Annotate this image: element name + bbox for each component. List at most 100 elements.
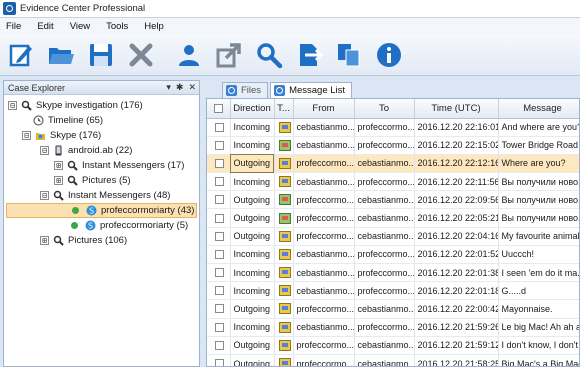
row-checkbox[interactable] (215, 359, 225, 366)
table-row[interactable]: Outgoing profeccormo... cebastianmo... 2016… (207, 227, 579, 246)
tree-item-skype-investigation[interactable]: ⊟ Skype investigation (176) (8, 98, 143, 113)
row-checkbox[interactable] (215, 195, 225, 205)
row-checkbox-cell[interactable] (207, 136, 231, 155)
tree-item-skype[interactable]: ⊟ Skype (176) (22, 128, 101, 143)
row-checkbox-cell[interactable] (207, 245, 231, 265)
row-checkbox[interactable] (215, 213, 225, 223)
collapse-icon[interactable]: ⊟ (8, 101, 17, 110)
menu-view[interactable]: View (70, 21, 90, 32)
row-checkbox[interactable] (215, 140, 225, 150)
table-row[interactable]: Outgoing profeccormo... cebastianmo... 2016… (207, 299, 579, 319)
search-button[interactable] (252, 37, 286, 73)
new-case-button[interactable] (4, 37, 38, 73)
menu-edit[interactable]: Edit (37, 21, 53, 32)
row-checkbox-cell[interactable] (207, 208, 231, 228)
row-checkbox-cell[interactable] (207, 354, 231, 366)
expand-icon[interactable]: ⊞ (54, 161, 63, 170)
type-cell (274, 318, 294, 337)
column-header-message[interactable]: Message (498, 99, 579, 119)
table-row[interactable]: Incoming cebastianmo... profeccormo... 2016… (207, 136, 579, 155)
row-checkbox[interactable] (215, 231, 225, 241)
message-table-body: Incoming cebastianmo... profeccormo... 2016… (207, 118, 579, 366)
panel-close-icon[interactable]: ✕ (188, 82, 196, 93)
row-checkbox[interactable] (215, 286, 225, 296)
menu-tools[interactable]: Tools (106, 21, 128, 32)
row-checkbox[interactable] (215, 122, 225, 132)
column-header-type[interactable]: T... (274, 99, 294, 119)
column-header-from[interactable]: From (293, 99, 355, 119)
row-checkbox[interactable] (215, 177, 225, 187)
row-checkbox-cell[interactable] (207, 299, 231, 319)
column-header-to[interactable]: To (354, 99, 415, 119)
online-status-icon (68, 220, 80, 232)
row-checkbox-cell[interactable] (207, 172, 231, 192)
row-checkbox[interactable] (215, 340, 225, 350)
table-row[interactable]: Outgoing profeccormo... cebastianmo... 2016… (207, 336, 579, 355)
expand-icon[interactable]: ⊞ (54, 176, 63, 185)
row-checkbox[interactable] (215, 158, 225, 168)
column-header-direction[interactable]: Direction (230, 99, 275, 119)
from-cell: profeccormo... (293, 154, 355, 174)
row-checkbox-cell[interactable] (207, 154, 231, 174)
export-button[interactable] (212, 37, 246, 73)
row-checkbox-cell[interactable] (207, 281, 231, 301)
tree-item-instant-messengers-17[interactable]: ⊞ Instant Messengers (17) (54, 158, 184, 173)
row-checkbox-cell[interactable] (207, 263, 231, 283)
type-cell (274, 354, 294, 366)
table-row[interactable]: Outgoing profeccormo... cebastianmo... 2016… (207, 208, 579, 228)
open-case-button[interactable] (44, 37, 78, 73)
tree-item-timeline[interactable]: Timeline (65) (32, 113, 103, 128)
row-checkbox-cell[interactable] (207, 190, 231, 210)
collapse-icon[interactable]: ⊟ (40, 146, 49, 155)
panel-dropdown-icon[interactable]: ▾ (166, 82, 171, 93)
table-row[interactable]: Incoming cebastianmo... profeccormo... 2016… (207, 318, 579, 337)
info-button[interactable] (372, 37, 406, 73)
row-checkbox-cell[interactable] (207, 227, 231, 246)
tree-item-pictures-106[interactable]: ⊞ Pictures (106) (40, 233, 127, 248)
tree-item-instant-messengers-48[interactable]: ⊟ Instant Messengers (48) (40, 188, 170, 203)
user-icon (179, 44, 199, 66)
collapse-icon[interactable]: ⊟ (40, 191, 49, 200)
row-checkbox-cell[interactable] (207, 318, 231, 337)
user-button[interactable] (172, 37, 206, 73)
table-row[interactable]: Outgoing profeccormo... cebastianmo... 2016… (207, 154, 579, 174)
row-checkbox[interactable] (215, 249, 225, 259)
row-checkbox[interactable] (215, 304, 225, 314)
menu-file[interactable]: File (6, 21, 21, 32)
select-all-checkbox[interactable] (213, 103, 223, 113)
tree-item-label: android.ab (22) (68, 145, 133, 156)
table-row[interactable]: Outgoing profeccormo... cebastianmo... 2016… (207, 190, 579, 210)
row-checkbox[interactable] (215, 322, 225, 332)
table-row[interactable]: Outgoing profeccormo... cebastianmo... 2016… (207, 354, 579, 366)
tab-files[interactable]: Files (222, 82, 269, 98)
table-row[interactable]: Incoming cebastianmo... profeccormo... 2016… (207, 172, 579, 192)
tree-item-android[interactable]: ⊟ android.ab (22) (40, 143, 132, 158)
table-row[interactable]: Incoming cebastianmo... profeccormo... 2016… (207, 245, 579, 265)
tree-item-profeccormoriarty-43[interactable]: S profeccormoriarty (43) (6, 203, 197, 218)
panel-pin-icon[interactable]: ✱ (176, 82, 184, 93)
message-cell: Where are you? (498, 154, 579, 174)
row-checkbox-cell[interactable] (207, 336, 231, 355)
table-row[interactable]: Incoming cebastianmo... profeccormo... 2016… (207, 281, 579, 301)
save-button[interactable] (84, 37, 118, 73)
menu-help[interactable]: Help (144, 21, 164, 32)
tab-label: Files (241, 85, 262, 96)
from-cell: cebastianmo... (293, 136, 355, 155)
copy-button[interactable] (332, 37, 366, 73)
column-header-time[interactable]: Time (UTC) (414, 99, 499, 119)
row-checkbox[interactable] (215, 268, 225, 278)
title-bar: Evidence Center Professional (0, 0, 580, 18)
row-checkbox-cell[interactable] (207, 118, 231, 137)
picture-message-icon (279, 212, 291, 224)
tree-item-pictures-5[interactable]: ⊞ Pictures (5) (54, 173, 131, 188)
select-all-header[interactable] (207, 99, 231, 119)
tree-item-profeccormoriarty-5[interactable]: S profeccormoriarty (5) (68, 218, 188, 233)
files-tab-icon (226, 85, 237, 96)
tab-message-list[interactable]: Message List (270, 82, 353, 98)
import-button[interactable] (292, 37, 326, 73)
delete-button[interactable] (124, 37, 158, 73)
table-row[interactable]: Incoming cebastianmo... profeccormo... 2016… (207, 118, 579, 137)
table-row[interactable]: Incoming cebastianmo... profeccormo... 2016… (207, 263, 579, 283)
collapse-icon[interactable]: ⊟ (22, 131, 31, 140)
expand-icon[interactable]: ⊞ (40, 236, 49, 245)
